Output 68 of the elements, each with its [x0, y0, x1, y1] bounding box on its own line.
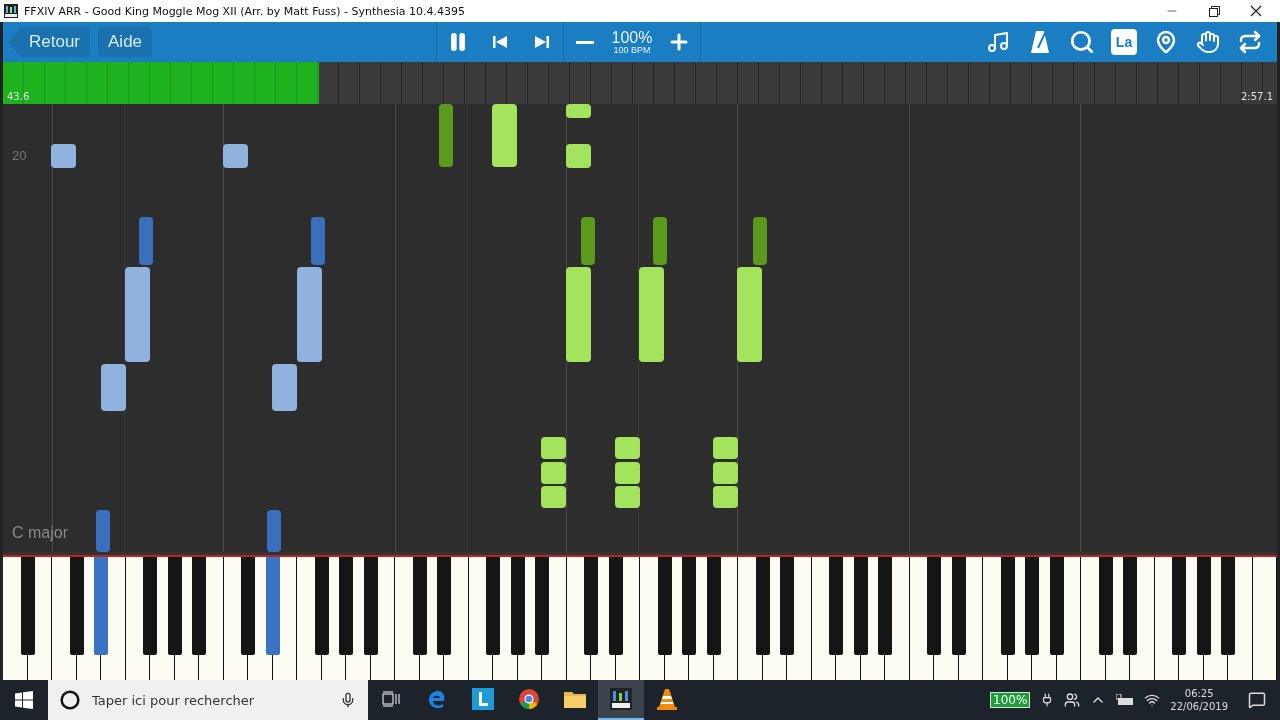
traffic-cone-icon [657, 688, 677, 710]
skip-back-icon [492, 34, 509, 50]
total-time: 2:57.1 [1241, 91, 1273, 102]
browser-e-icon [427, 689, 447, 709]
note-bar [272, 364, 297, 411]
elapsed-time: 43.6 [7, 91, 30, 102]
note-bar [267, 510, 281, 552]
note-bar [753, 217, 767, 265]
note-bar [439, 104, 453, 167]
bpm-label: 100 BPM [613, 45, 651, 55]
note-bar [492, 104, 517, 167]
search-field[interactable]: Taper ici pour rechercher [90, 691, 330, 709]
window-title: FFXIV ARR - Good King Moggle Mog XII (Arr. by Matt Fuss) - Synthesia 10.4.4395 [24, 4, 467, 18]
windows-logo-icon [15, 691, 33, 709]
battery-percent: 100% [990, 692, 1031, 708]
keyboard-bars-icon [610, 688, 632, 710]
song-progress-bar[interactable]: 43.6 2:57.1 [3, 62, 1277, 104]
note-bar [101, 364, 126, 411]
note-bar [615, 486, 640, 508]
piano-keyboard[interactable] [3, 552, 1277, 680]
cortana-ring-icon [60, 690, 80, 710]
skip-forward-icon [534, 34, 551, 50]
search-icon [1069, 29, 1095, 55]
app-logo-icon [4, 4, 18, 18]
letter-l-tile-icon [472, 688, 494, 710]
microphone-icon[interactable] [340, 692, 356, 708]
key-signature-label: C major [12, 524, 68, 542]
note-bar [541, 462, 566, 484]
close-icon[interactable] [1250, 5, 1262, 17]
task-view-icon [382, 691, 400, 707]
note-bar [713, 437, 738, 459]
metronome-icon [1031, 30, 1049, 54]
back-button[interactable]: Retour [9, 27, 91, 57]
map-pin-icon [1154, 30, 1178, 54]
note-bar [311, 217, 325, 265]
loop-icon [1238, 30, 1262, 54]
people-icon[interactable] [1064, 692, 1081, 708]
clock-time[interactable]: 06:25 [1184, 686, 1214, 700]
note-bar [653, 217, 667, 265]
note-bar [581, 217, 595, 265]
music-note-icon [986, 30, 1010, 54]
minus-icon [576, 40, 595, 44]
notifications-icon[interactable] [1248, 691, 1266, 709]
help-button[interactable]: Aide [98, 27, 153, 57]
note-name-button[interactable]: La [1111, 29, 1137, 55]
note-bar [615, 462, 640, 484]
note-bar [615, 437, 640, 459]
wifi-icon[interactable] [1144, 692, 1161, 708]
restore-icon[interactable] [1209, 5, 1220, 17]
circle-browser-icon [518, 688, 540, 710]
note-bar [541, 437, 566, 459]
note-bar [96, 510, 110, 552]
note-bar [51, 144, 76, 168]
note-bar [566, 104, 591, 118]
speed-percent: 100% [611, 29, 653, 46]
measure-number: 20 [12, 148, 27, 163]
taskbar-app[interactable] [598, 680, 644, 720]
tray-device-icon[interactable] [1116, 694, 1135, 706]
folder-icon [564, 690, 586, 708]
note-bar [541, 486, 566, 508]
note-bar [713, 486, 738, 508]
hand-icon [1196, 30, 1220, 54]
note-bar [566, 144, 591, 168]
note-bar [713, 462, 738, 484]
clock-date[interactable]: 22/06/2019 [1170, 700, 1228, 714]
note-bar [223, 144, 248, 168]
search-bar[interactable]: Taper ici pour rechercher [48, 680, 368, 720]
note-bar [139, 217, 153, 265]
